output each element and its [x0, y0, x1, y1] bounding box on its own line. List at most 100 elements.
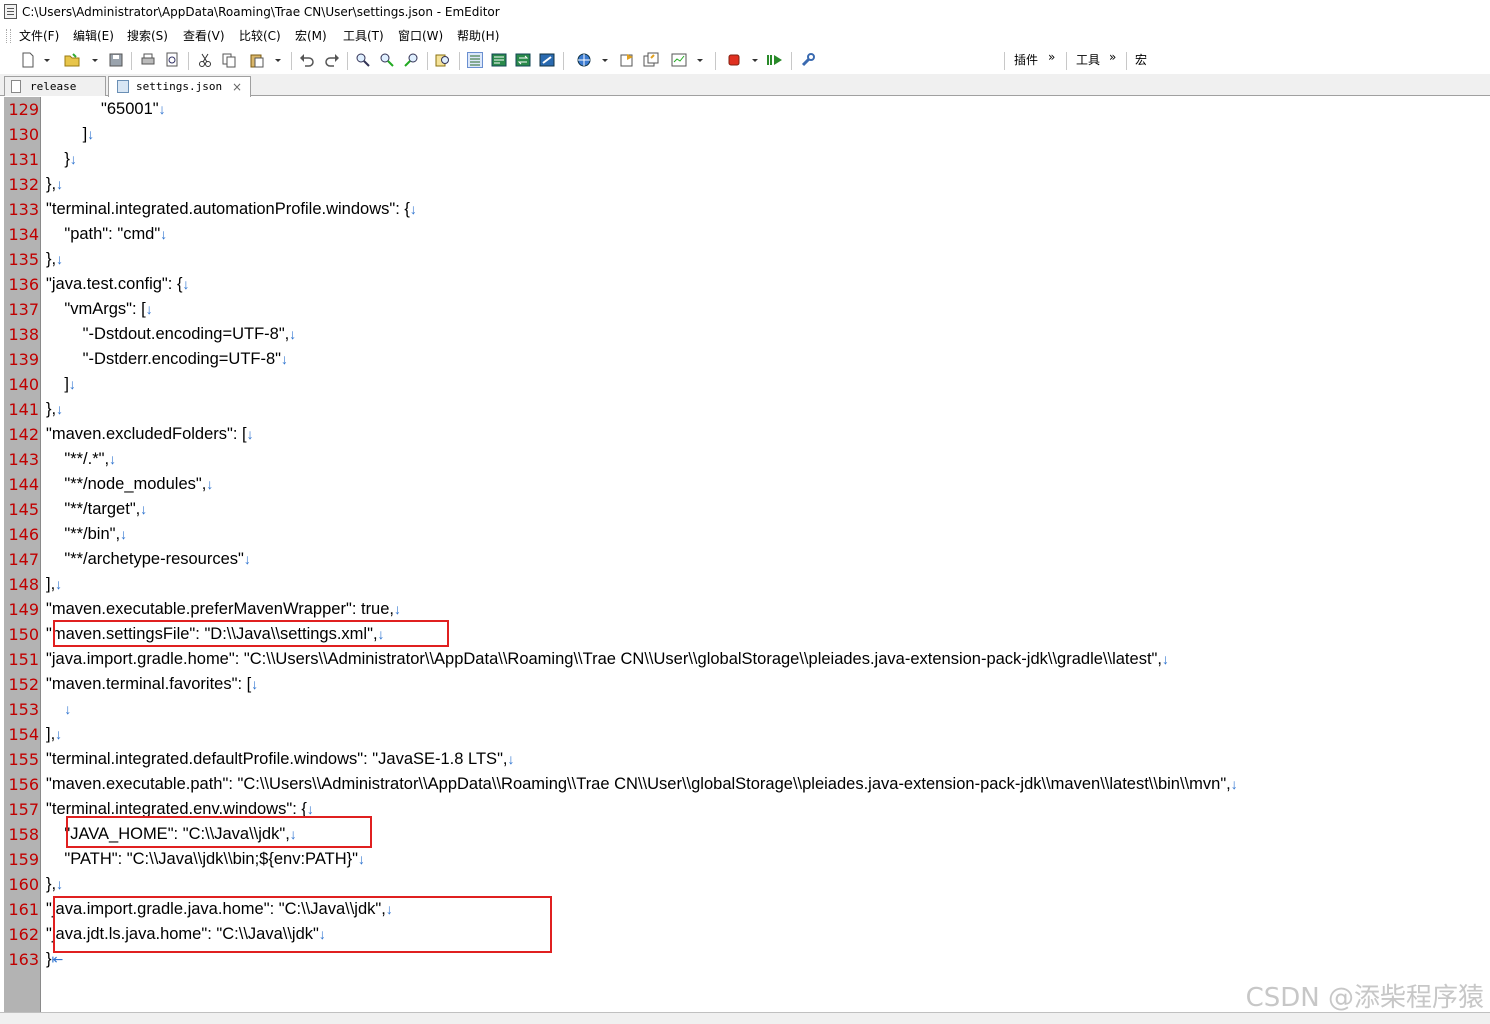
- editor-line[interactable]: 145 "**/target",↓: [0, 497, 1490, 522]
- find-previous-icon[interactable]: [403, 52, 419, 68]
- print-icon[interactable]: [140, 52, 156, 68]
- tab-release[interactable]: release: [4, 76, 106, 96]
- editor-line[interactable]: 141},↓: [0, 397, 1490, 422]
- editor-line[interactable]: 150 "maven.settingsFile": "D:\\Java\\sett…: [0, 622, 1490, 647]
- editor-line[interactable]: 136 "java.test.config": {↓: [0, 272, 1490, 297]
- editor-line[interactable]: 148],↓: [0, 572, 1490, 597]
- new-file-icon[interactable]: [20, 52, 36, 68]
- editor-line[interactable]: 159 "PATH": "C:\\Java\\jdk\\bin;${env:PA…: [0, 847, 1490, 872]
- toolbar-separator: [1066, 52, 1067, 70]
- editor-line[interactable]: 139 "-Dstderr.encoding=UTF-8"↓: [0, 347, 1490, 372]
- toolbar: 插件 » 工具 » 宏: [0, 48, 1490, 74]
- toolbar-separator: [131, 52, 132, 70]
- wrap-by-page-icon[interactable]: [515, 52, 531, 68]
- editor-line[interactable]: 162 "java.jdt.ls.java.home": "C:\\Java\\j…: [0, 922, 1490, 947]
- close-tab-icon[interactable]: ×: [232, 77, 242, 97]
- editor-line[interactable]: 140 ]↓: [0, 372, 1490, 397]
- encoding-dropdown-icon[interactable]: [600, 52, 610, 68]
- tab-settings-json[interactable]: settings.json ×: [108, 76, 251, 97]
- menu-search[interactable]: 搜索(S): [127, 24, 168, 48]
- tools-wrench-icon[interactable]: [800, 52, 816, 68]
- encoding-icon[interactable]: [576, 52, 592, 68]
- macro-dropdown-icon[interactable]: [750, 52, 760, 68]
- editor-line[interactable]: 146 "**/bin",↓: [0, 522, 1490, 547]
- plugins-toolbar-label[interactable]: 插件: [1014, 52, 1038, 68]
- configuration-properties-icon[interactable]: [619, 52, 635, 68]
- editor-line[interactable]: 153 ↓: [0, 697, 1490, 722]
- cut-icon[interactable]: [197, 52, 213, 68]
- open-folder-icon[interactable]: [64, 52, 80, 68]
- editor-line[interactable]: 154],↓: [0, 722, 1490, 747]
- save-icon[interactable]: [108, 52, 124, 68]
- find-icon[interactable]: [355, 52, 371, 68]
- editor-line[interactable]: 137 "vmArgs": [↓: [0, 297, 1490, 322]
- editor-text-area[interactable]: 129 "65001"↓ 130 ]↓ 131 }↓ 132},↓ 133 "termin…: [0, 97, 1490, 972]
- plugins-chevron-icon[interactable]: »: [1048, 49, 1055, 65]
- editor-line[interactable]: 135},↓: [0, 247, 1490, 272]
- print-preview-icon[interactable]: [164, 52, 180, 68]
- paste-icon[interactable]: [249, 52, 265, 68]
- editor-line[interactable]: 160},↓: [0, 872, 1490, 897]
- outline-icon[interactable]: [671, 52, 687, 68]
- editor-line[interactable]: 131 }↓: [0, 147, 1490, 172]
- editor-line[interactable]: 133 "terminal.integrated.automationProfil…: [0, 197, 1490, 222]
- menu-view[interactable]: 查看(V): [183, 24, 225, 48]
- menu-file[interactable]: 文件(F): [19, 24, 59, 48]
- editor-line[interactable]: 152 "maven.terminal.favorites": [↓: [0, 672, 1490, 697]
- find-in-files-icon[interactable]: [435, 52, 451, 68]
- wrap-by-chars-icon[interactable]: [491, 52, 507, 68]
- undo-icon[interactable]: [299, 52, 315, 68]
- window-title: C:\Users\Administrator\AppData\Roaming\T…: [22, 5, 500, 19]
- outline-dropdown-icon[interactable]: [695, 52, 705, 68]
- editor-line[interactable]: 143 "**/.*",↓: [0, 447, 1490, 472]
- editor-line[interactable]: 149 "maven.executable.preferMavenWrapper"…: [0, 597, 1490, 622]
- line-text: ]↓: [46, 372, 76, 397]
- line-number: 139: [8, 350, 39, 369]
- menu-help[interactable]: 帮助(H): [457, 24, 499, 48]
- line-text: "**/.*",↓: [46, 447, 116, 472]
- open-dropdown-icon[interactable]: [90, 52, 100, 68]
- tools-toolbar-label[interactable]: 工具: [1076, 52, 1100, 68]
- line-content: "terminal.integrated.env.windows": {: [46, 800, 307, 818]
- tools-chevron-icon[interactable]: »: [1109, 49, 1116, 65]
- paste-dropdown-icon[interactable]: [273, 52, 283, 68]
- menu-window[interactable]: 窗口(W): [398, 24, 443, 48]
- menu-tools[interactable]: 工具(T): [343, 24, 384, 48]
- record-macro-icon[interactable]: [726, 52, 742, 68]
- menu-edit[interactable]: 编辑(E): [73, 24, 114, 48]
- editor-line[interactable]: 144 "**/node_modules",↓: [0, 472, 1490, 497]
- editor-line[interactable]: 157 "terminal.integrated.env.windows": {↓: [0, 797, 1490, 822]
- menu-compare[interactable]: 比较(C): [239, 24, 281, 48]
- editor-line[interactable]: 138 "-Dstdout.encoding=UTF-8",↓: [0, 322, 1490, 347]
- line-content: }: [46, 150, 70, 168]
- editor-line[interactable]: 158 "JAVA_HOME": "C:\\Java\\jdk",↓: [0, 822, 1490, 847]
- editor-line[interactable]: 132},↓: [0, 172, 1490, 197]
- editor-line[interactable]: 155 "terminal.integrated.defaultProfile.w…: [0, 747, 1490, 772]
- title-bar: C:\Users\Administrator\AppData\Roaming\T…: [0, 0, 1490, 24]
- editor-line[interactable]: 161 "java.import.gradle.java.home": "C:\\…: [0, 897, 1490, 922]
- run-macro-icon[interactable]: [767, 52, 783, 68]
- editor-line[interactable]: 129 "65001"↓: [0, 97, 1490, 122]
- newline-marker-icon: ↓: [182, 276, 190, 292]
- editor-line[interactable]: 147 "**/archetype-resources"↓: [0, 547, 1490, 572]
- wrap-by-window-icon[interactable]: [467, 52, 483, 68]
- menu-grip-handle[interactable]: [6, 29, 11, 43]
- no-wrap-icon[interactable]: [539, 52, 555, 68]
- editor-line[interactable]: 130 ]↓: [0, 122, 1490, 147]
- macros-toolbar-label[interactable]: 宏: [1135, 52, 1147, 68]
- editor-line[interactable]: 163}⇤: [0, 947, 1490, 972]
- editor-line[interactable]: 134 "path": "cmd"↓: [0, 222, 1490, 247]
- find-next-icon[interactable]: [379, 52, 395, 68]
- tab-label: release: [30, 80, 77, 93]
- line-text: "java.test.config": {↓: [46, 272, 189, 297]
- customize-icon[interactable]: [643, 52, 659, 68]
- menu-macros[interactable]: 宏(M): [295, 24, 327, 48]
- line-text: "maven.executable.preferMavenWrapper": t…: [46, 597, 401, 622]
- editor-line[interactable]: 142 "maven.excludedFolders": [↓: [0, 422, 1490, 447]
- editor-line[interactable]: 151 "java.import.gradle.home": "C:\\Users…: [0, 647, 1490, 672]
- toolbar-separator: [459, 52, 460, 70]
- new-dropdown-icon[interactable]: [42, 52, 52, 68]
- redo-icon[interactable]: [324, 52, 340, 68]
- editor-line[interactable]: 156 "maven.executable.path": "C:\\Users\\…: [0, 772, 1490, 797]
- copy-icon[interactable]: [221, 52, 237, 68]
